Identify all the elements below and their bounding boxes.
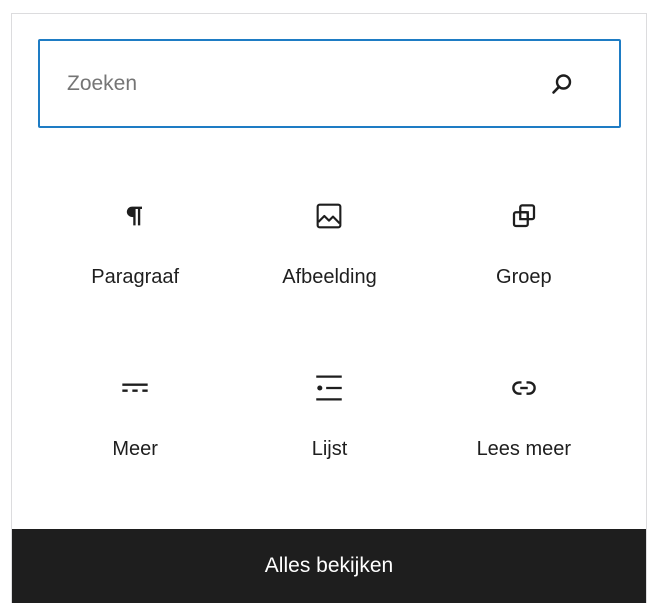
block-label: Groep [496, 266, 552, 288]
block-item-paragraph[interactable]: Paragraaf [38, 172, 232, 344]
block-label: Lijst [311, 438, 348, 460]
read-more-icon [504, 368, 544, 408]
list-icon [309, 368, 349, 408]
browse-all-button[interactable]: Alles bekijken [12, 529, 646, 603]
block-label: Lees meer [476, 438, 572, 460]
image-icon [309, 196, 349, 236]
block-label: Afbeelding [282, 266, 377, 288]
block-item-more[interactable]: Meer [38, 344, 232, 516]
search-box[interactable] [38, 39, 621, 128]
block-label: Paragraaf [91, 266, 180, 288]
block-item-group[interactable]: Groep [427, 172, 621, 344]
block-label: Meer [112, 438, 158, 460]
block-item-read-more[interactable]: Lees meer [427, 344, 621, 516]
search-icon[interactable] [547, 69, 577, 99]
search-input[interactable] [40, 41, 547, 126]
browse-all-label: Alles bekijken [264, 554, 394, 577]
block-item-image[interactable]: Afbeelding [232, 172, 426, 344]
group-icon [504, 196, 544, 236]
more-icon [115, 368, 155, 408]
block-item-list[interactable]: Lijst [232, 344, 426, 516]
block-inserter-panel: Paragraaf Afbeelding Groep [11, 13, 647, 603]
paragraph-icon [115, 196, 155, 236]
block-grid: Paragraaf Afbeelding Groep Meer Lijst Le… [38, 172, 621, 516]
